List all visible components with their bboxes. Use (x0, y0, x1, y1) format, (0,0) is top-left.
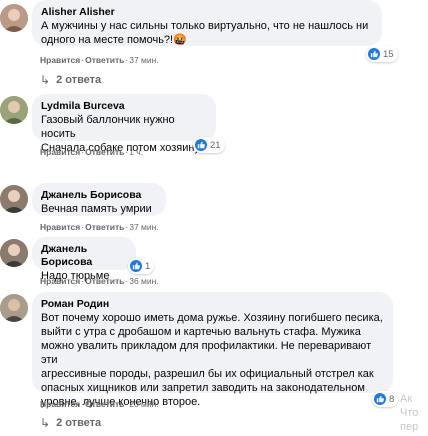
timestamp[interactable]: 37 мин. (129, 55, 158, 65)
thumbs-up-icon (195, 139, 207, 151)
timestamp[interactable]: 1 ч. (129, 147, 143, 157)
reaction-number: 8 (389, 393, 395, 405)
reply-arrow-icon: ↳ (40, 73, 51, 87)
reaction-number: 15 (383, 48, 394, 60)
comment-actions: Нравится·Ответить·36 мин. (40, 276, 159, 286)
like-link[interactable]: Нравится (40, 222, 80, 232)
comment-author[interactable]: Lydmila Burceva (41, 100, 206, 113)
like-link[interactable]: Нравится (40, 276, 80, 286)
comment-author[interactable]: Джанель Борисова (41, 243, 126, 269)
reaction-count[interactable]: 21 (193, 137, 225, 153)
like-link[interactable]: Нравится (40, 399, 80, 409)
comment-bubble: Джанель Борисова Надо тюрьме (32, 237, 136, 282)
avatar[interactable] (0, 4, 28, 32)
reply-arrow-icon: ↳ (40, 416, 51, 430)
angry-emoji: 🤬 (173, 34, 187, 46)
comment-actions: Нравится·Ответить·37 мин. (40, 222, 159, 232)
comment-author[interactable]: Alisher Alisher (41, 6, 372, 19)
thumbs-up-icon (374, 393, 386, 405)
reaction-count[interactable]: 1 (128, 258, 155, 274)
reaction-count[interactable]: 15 (366, 46, 398, 62)
reaction-count[interactable]: 8 (372, 391, 399, 407)
comment-text: Вот почему хорошо иметь дома ружье. Хозя… (41, 312, 383, 408)
timestamp[interactable]: 37 мин. (129, 222, 158, 232)
side-overlay-text: Ак Что пер (400, 393, 419, 433)
comment-text: Вечная память умрии (41, 203, 152, 215)
comment-actions: Нравится·Ответить·20 мин. (40, 399, 159, 409)
thumbs-up-icon (368, 48, 380, 60)
reply-link[interactable]: Ответить (85, 276, 124, 286)
timestamp[interactable]: 36 мин. (129, 276, 158, 286)
reaction-number: 1 (145, 260, 151, 272)
like-link[interactable]: Нравится (40, 55, 80, 65)
comment-actions: Нравится·Ответить·37 мин. (40, 55, 159, 65)
comment-actions: Нравится·Ответить·1 ч. (40, 147, 144, 157)
comment-author[interactable]: Джанель Борисова (41, 189, 156, 202)
reply-link[interactable]: Ответить (85, 399, 124, 409)
avatar[interactable] (0, 239, 28, 267)
avatar[interactable] (0, 185, 28, 213)
reaction-number: 21 (210, 139, 221, 151)
comment-bubble: Роман Родин Вот почему хорошо иметь дома… (32, 292, 393, 408)
thumbs-up-icon (130, 260, 142, 272)
reply-link[interactable]: Ответить (85, 55, 124, 65)
comment-bubble: Джанель Борисова Вечная память умрии (32, 183, 166, 216)
comment-bubble: Alisher Alisher А мужчины у нас сильны т… (32, 0, 382, 46)
reply-link[interactable]: Ответить (85, 222, 124, 232)
view-replies-link[interactable]: ↳ 2 ответа (40, 416, 101, 430)
like-link[interactable]: Нравится (40, 147, 80, 157)
comment-bubble: Lydmila Burceva Газовый баллончик нужно … (32, 94, 216, 154)
avatar[interactable] (0, 294, 28, 322)
timestamp[interactable]: 20 мин. (129, 399, 158, 409)
comment-text: А мужчины у нас сильны только виртуально… (41, 20, 369, 46)
reply-link[interactable]: Ответить (85, 147, 124, 157)
view-replies-link[interactable]: ↳ 2 ответа (40, 73, 101, 87)
avatar[interactable] (0, 96, 28, 124)
comment-author[interactable]: Роман Родин (41, 298, 383, 311)
